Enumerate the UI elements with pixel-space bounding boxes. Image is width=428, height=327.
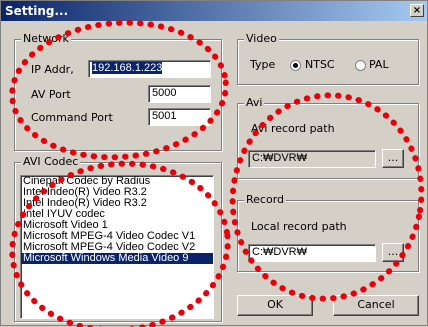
record-browse-button[interactable]: ... — [382, 243, 404, 262]
title-bar[interactable]: Setting... × — [1, 1, 427, 21]
window-title: Setting... — [5, 4, 69, 18]
record-group-label: Record — [244, 193, 287, 206]
ip-addr-value: 192.168.1.223 — [92, 62, 163, 74]
pal-radio[interactable] — [355, 60, 366, 71]
avi-record-path-field[interactable]: C:₩DVR₩ — [248, 150, 376, 168]
ip-addr-label: IP Addr, — [31, 63, 74, 76]
video-group-label: Video — [244, 32, 279, 45]
pal-label: PAL — [369, 58, 389, 71]
network-group-label: Network — [21, 32, 71, 45]
close-button[interactable]: × — [410, 4, 424, 17]
codec-list[interactable]: Cinepak Codec by Radius Intel Indeo(R) V… — [20, 175, 214, 319]
command-port-label: Command Port — [31, 111, 113, 124]
ip-addr-field[interactable]: 192.168.1.223 — [88, 60, 211, 78]
command-port-field[interactable]: 5001 — [148, 108, 211, 126]
list-item-selected[interactable]: Microsoft Windows Media Video 9 — [21, 253, 213, 264]
ntsc-radio[interactable] — [290, 60, 301, 71]
av-port-label: AV Port — [31, 88, 71, 101]
ntsc-label: NTSC — [305, 58, 335, 71]
settings-dialog: Setting... × Network IP Addr, 192.168.1.… — [0, 0, 428, 327]
avi-group-label: Avi — [244, 96, 265, 109]
video-type-label: Type — [250, 58, 276, 71]
local-record-path-label: Local record path — [251, 220, 347, 233]
local-record-path-field[interactable]: C:₩DVR₩ — [248, 244, 376, 262]
av-port-field[interactable]: 5000 — [148, 85, 211, 103]
cancel-button[interactable]: Cancel — [333, 295, 419, 316]
avi-record-path-label: Avi record path — [251, 122, 335, 135]
ok-button[interactable]: OK — [237, 295, 313, 316]
avi-codec-group-label: AVI Codec — [21, 155, 81, 168]
avi-browse-button[interactable]: ... — [382, 149, 404, 168]
